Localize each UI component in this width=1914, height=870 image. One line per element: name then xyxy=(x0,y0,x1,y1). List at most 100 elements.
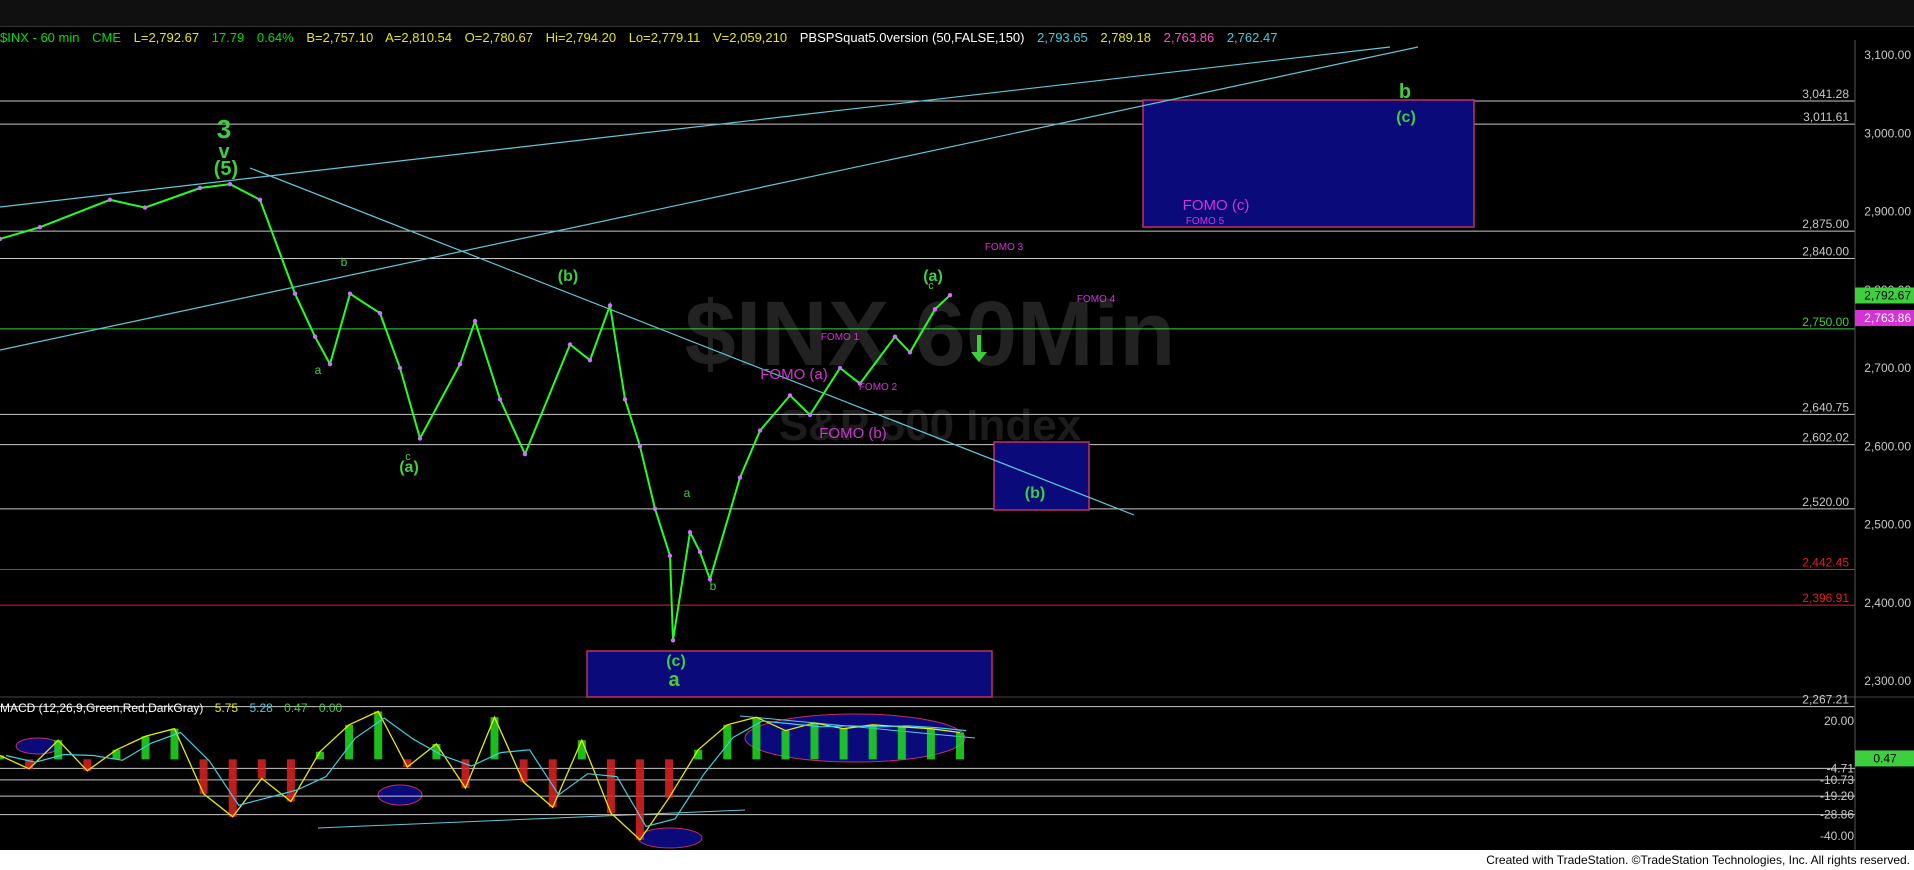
wave-label: FOMO 2 xyxy=(859,382,898,393)
price-axis: 3,100.003,000.002,900.002,800.002,700.00… xyxy=(1854,40,1914,850)
macd-histogram-bar xyxy=(956,732,964,760)
level-label: 2,442.45 xyxy=(1802,556,1849,570)
price-point xyxy=(417,436,423,441)
wave-label: FOMO (b) xyxy=(819,425,887,442)
price-point xyxy=(907,350,913,355)
price-point xyxy=(292,291,298,296)
price-point xyxy=(670,638,676,643)
price-point xyxy=(622,397,628,402)
level-label: 2,602.02 xyxy=(1802,431,1849,445)
wave-label: (b) xyxy=(558,268,578,285)
price-point xyxy=(687,530,693,535)
macd-value-2: 5.28 xyxy=(249,701,273,715)
macd-tick-label: -10.73 xyxy=(1820,773,1854,787)
price-point xyxy=(787,393,793,398)
price-point xyxy=(697,549,703,555)
macd-histogram-bar xyxy=(752,717,761,760)
price-point xyxy=(397,365,403,371)
price-tick-label: 2,400.00 xyxy=(1864,596,1911,610)
wave-label: 3 xyxy=(217,114,231,144)
wave-label: (c) xyxy=(666,653,686,670)
price-tick-label: 2,300.00 xyxy=(1864,674,1911,688)
macd-highlight xyxy=(637,827,703,849)
price-point xyxy=(107,197,113,202)
wave-label: FOMO 5 xyxy=(1186,216,1225,227)
level-label: 3,011.61 xyxy=(1803,110,1849,124)
price-point xyxy=(587,358,593,363)
macd-value-4: 0.00 xyxy=(318,701,343,715)
wave-label: FOMO (a) xyxy=(760,366,828,383)
target-box-a xyxy=(586,650,993,698)
level-label: 2,840.00 xyxy=(1802,244,1849,258)
price-point xyxy=(807,412,813,418)
price-point xyxy=(227,181,233,187)
price-line xyxy=(0,183,951,641)
macd-histogram-bar xyxy=(926,728,935,760)
macd-highlight xyxy=(15,737,61,755)
macd-histogram-bar xyxy=(636,759,644,840)
macd-histogram-bar xyxy=(781,730,790,760)
price-point xyxy=(667,553,673,558)
wave-label: (a) xyxy=(399,459,419,476)
price-point xyxy=(197,185,203,191)
macd-header: MACD (12,26,9,Green,Red,DarkGray) 5.75 5… xyxy=(0,701,350,715)
macd-histogram-bar xyxy=(286,759,295,802)
level-label: 2,396.91 xyxy=(1802,591,1849,605)
price-tick-label: 2,900.00 xyxy=(1864,205,1911,219)
wave-label: FOMO 1 xyxy=(821,332,860,343)
indicator-badge: 2,763.86 xyxy=(1864,311,1911,325)
price-point xyxy=(257,197,263,202)
wave-label: (b) xyxy=(1025,485,1045,502)
wave-label: (5) xyxy=(214,158,238,180)
wave-label: a xyxy=(668,669,680,691)
wave-label: c xyxy=(928,280,934,292)
wave-label: b xyxy=(341,255,348,269)
level-label: 2,875.00 xyxy=(1802,217,1849,231)
price-point xyxy=(737,475,743,480)
macd-histogram-bar xyxy=(839,728,848,760)
price-point xyxy=(607,303,613,308)
macd-trendline xyxy=(317,809,746,829)
level-lines: 3,041.28 3,011.61 2,875.00 2,840.00 2,750.00… xyxy=(0,87,1855,708)
macd-tick-label: -19.20 xyxy=(1820,789,1854,803)
wave-label: b xyxy=(1399,81,1411,103)
macd-value-1: 5.75 xyxy=(214,701,239,715)
price-tick-label: 3,000.00 xyxy=(1864,126,1911,140)
macd-tick-label: -40.00 xyxy=(1820,829,1854,843)
price-point xyxy=(892,334,898,339)
level-label: 2,750.00 xyxy=(1802,315,1849,329)
macd-histogram-bar xyxy=(228,759,237,817)
macd-histogram-bar xyxy=(577,740,586,760)
macd-title: MACD (12,26,9,Green,Red,DarkGray) xyxy=(0,701,204,715)
price-point xyxy=(457,361,463,367)
price-point xyxy=(522,451,528,457)
macd-histogram-bar xyxy=(257,759,266,779)
copyright-footer: Created with TradeStation. ©TradeStation… xyxy=(1486,853,1910,867)
wave-label: b xyxy=(710,579,717,593)
wave-label: FOMO 4 xyxy=(1077,294,1116,305)
price-point xyxy=(312,334,318,339)
level-label: 3,041.28 xyxy=(1802,87,1849,101)
macd-histogram-bar xyxy=(519,759,528,783)
macd-histogram-bar xyxy=(810,722,819,760)
macd-value-3: 0.47 xyxy=(284,701,308,715)
macd-axis: 20.00-4.71-10.73-19.20-28.86-40.000.47 xyxy=(1820,714,1914,843)
wave-label: a xyxy=(315,363,322,377)
macd-badge: 0.47 xyxy=(1873,751,1897,765)
last-price-badge: 2,792.67 xyxy=(1864,288,1911,302)
price-tick-label: 2,500.00 xyxy=(1864,518,1911,532)
price-point xyxy=(327,361,333,367)
macd-histogram-bar xyxy=(897,726,906,760)
price-point xyxy=(347,291,353,296)
wave-label: FOMO 3 xyxy=(985,242,1024,253)
price-point xyxy=(497,397,503,402)
macd-histogram-bar xyxy=(868,724,877,760)
price-tick-label: 2,600.00 xyxy=(1864,439,1911,453)
level-label: 2,520.00 xyxy=(1802,495,1849,509)
price-point xyxy=(377,311,383,316)
macd-tick-label: 20.00 xyxy=(1824,714,1854,728)
wave-label: FOMO (c) xyxy=(1183,197,1250,214)
price-point xyxy=(567,342,573,347)
macd-highlight xyxy=(377,784,423,806)
price-point xyxy=(37,225,43,230)
